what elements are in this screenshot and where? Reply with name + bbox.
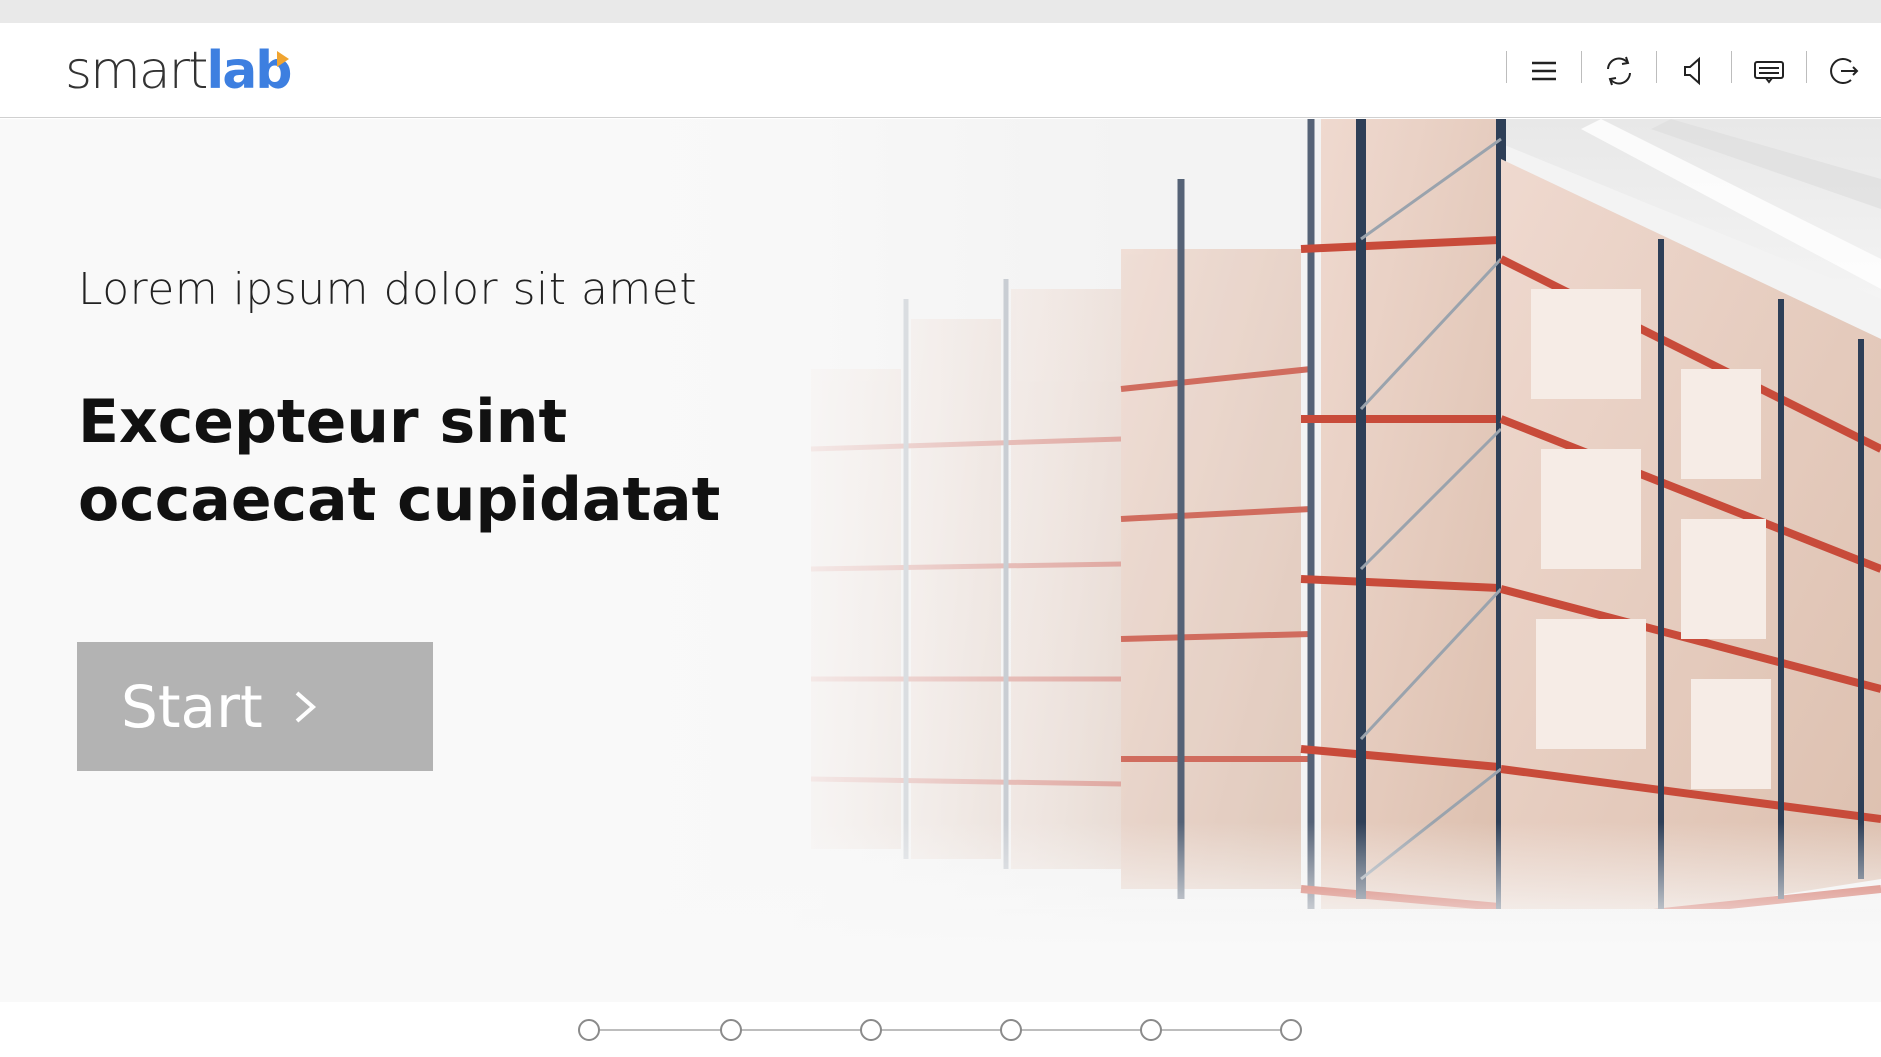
restart-button[interactable]	[1581, 23, 1656, 118]
progress-step-1[interactable]	[578, 1019, 600, 1041]
hamburger-menu-icon	[1531, 61, 1556, 80]
progress-step-5[interactable]	[1140, 1019, 1162, 1041]
logo-text-smart: smart	[65, 41, 208, 101]
smartlab-logo: smart lab	[65, 41, 293, 101]
exit-button[interactable]	[1806, 23, 1881, 118]
progress-step-6[interactable]	[1280, 1019, 1302, 1041]
menu-button[interactable]	[1506, 23, 1581, 118]
start-button[interactable]: Start	[77, 642, 433, 771]
speaker-icon	[1683, 56, 1700, 85]
slide-area: Lorem ipsum dolor sit amet Excepteur sin…	[0, 119, 1881, 1002]
start-button-label: Start	[121, 672, 263, 741]
progress-step-3[interactable]	[860, 1019, 882, 1041]
browser-top-strip	[0, 0, 1881, 23]
progress-navigation	[0, 1002, 1881, 1057]
progress-track	[590, 1029, 1292, 1031]
slide-subtitle: Lorem ipsum dolor sit amet	[78, 264, 698, 315]
refresh-icon	[1606, 56, 1631, 85]
slide-title: Excepteur sint occaecat cupidatat	[78, 387, 721, 535]
logo-play-icon	[276, 51, 289, 67]
image-bottom-fade	[0, 822, 1881, 1002]
exit-icon	[1829, 57, 1858, 84]
logo-text-lab: lab	[206, 41, 292, 101]
chevron-right-icon	[295, 690, 316, 723]
progress-step-2[interactable]	[720, 1019, 742, 1041]
captions-icon	[1753, 60, 1784, 84]
captions-button[interactable]	[1731, 23, 1806, 118]
toolbar	[1506, 23, 1881, 118]
audio-button[interactable]	[1656, 23, 1731, 118]
progress-step-4[interactable]	[1000, 1019, 1022, 1041]
